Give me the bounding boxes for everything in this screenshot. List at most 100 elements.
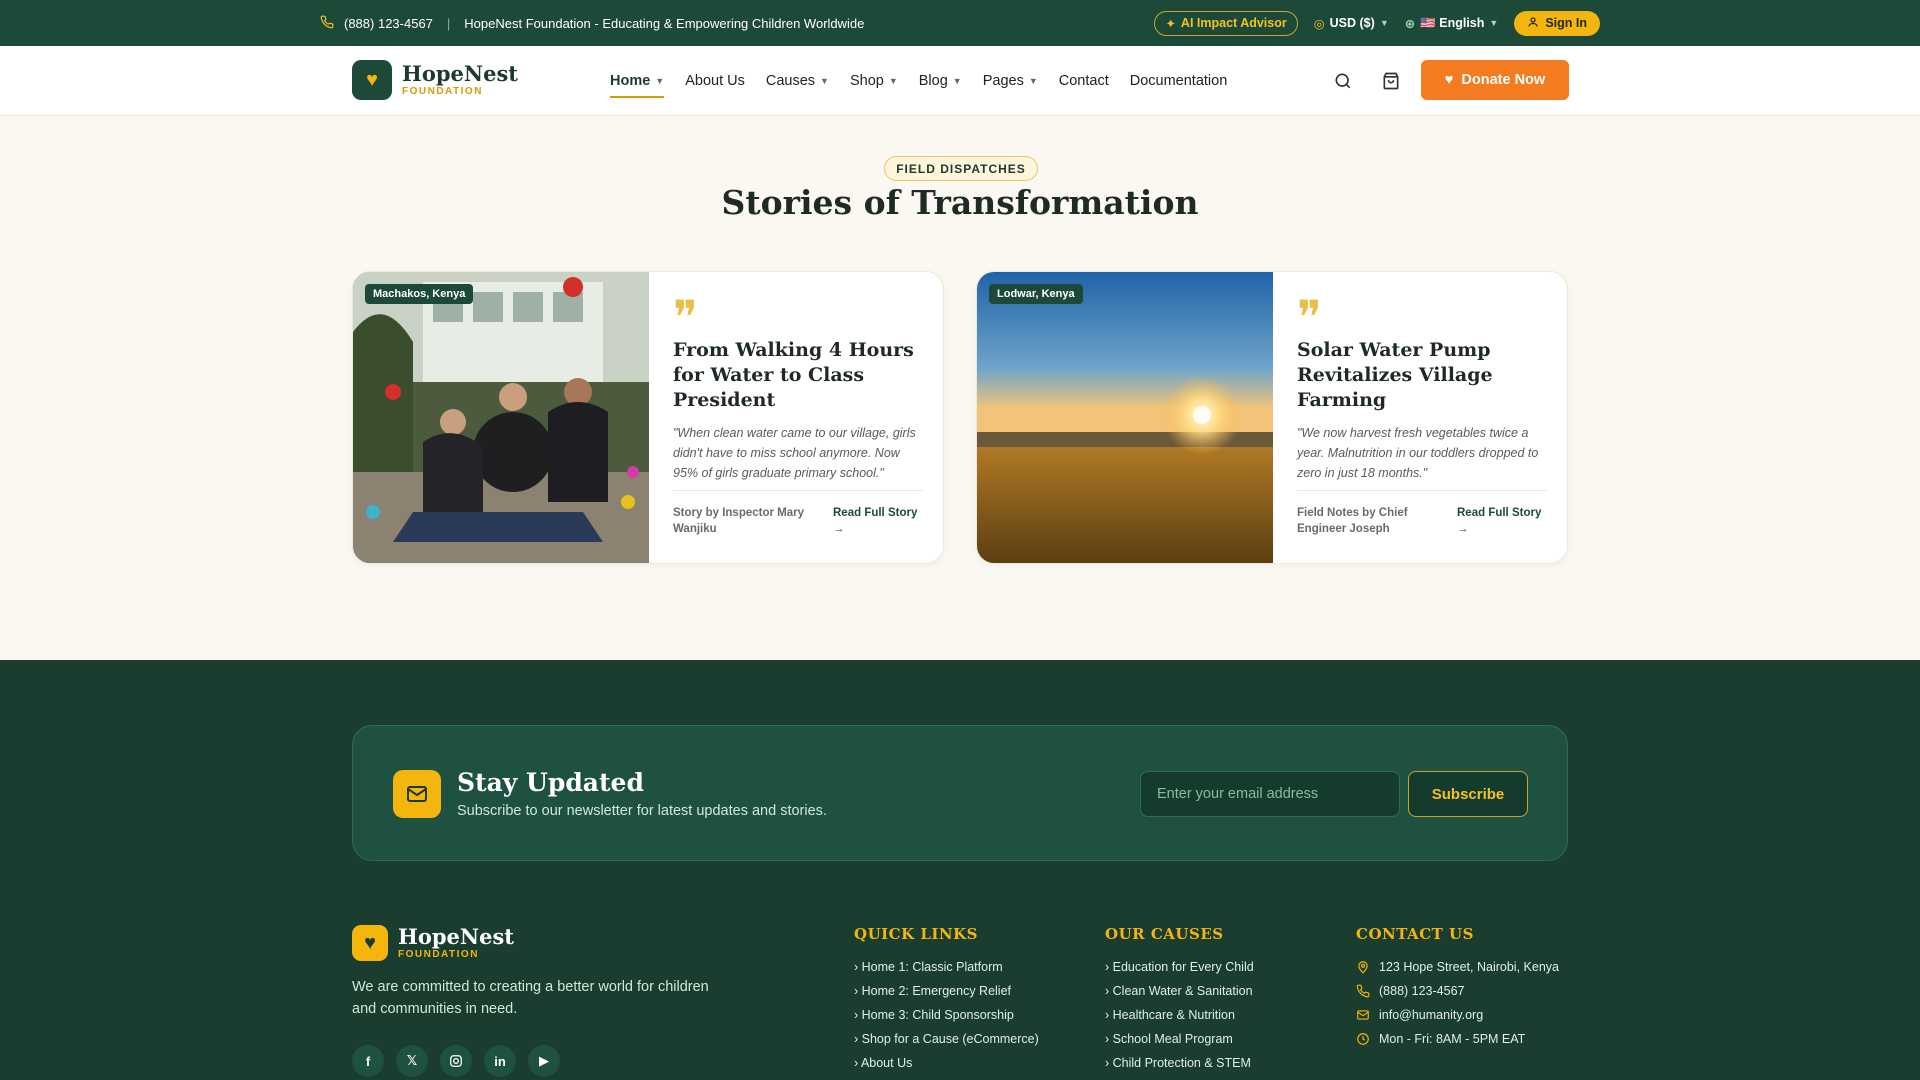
location-badge: Lodwar, Kenya xyxy=(989,284,1083,304)
story-quote: "We now harvest fresh vegetables twice a… xyxy=(1297,426,1539,480)
nav-pages[interactable]: Pages ▼ xyxy=(983,66,1038,96)
newsletter-title: Stay Updated xyxy=(457,768,644,797)
chevron-down-icon: ▼ xyxy=(888,76,898,86)
search-icon[interactable] xyxy=(1330,68,1356,94)
nav-shop[interactable]: Shop ▼ xyxy=(850,66,898,96)
nav-label: Blog xyxy=(918,73,948,89)
logo-subtitle: FOUNDATION xyxy=(398,949,479,960)
topbar-phone[interactable]: (888) 123-4567 xyxy=(344,16,433,31)
story-byline: Field Notes by Chief Engineer Joseph xyxy=(1297,507,1408,535)
linkedin-icon[interactable]: in xyxy=(484,1045,516,1077)
quick-links-column: QUICK LINKS › Home 1: Classic Platform ›… xyxy=(854,925,1039,1075)
email-input[interactable]: Enter your email address xyxy=(1140,771,1400,817)
donate-now-button[interactable]: ♥ Donate Now xyxy=(1421,60,1569,100)
story-photo-sunset-field: Lodwar, Kenya xyxy=(977,272,1273,563)
contact-address-text: 123 Hope Street, Nairobi, Kenya xyxy=(1379,960,1559,974)
ai-impact-advisor-button[interactable]: ✦ AI Impact Advisor xyxy=(1154,10,1298,36)
clock-icon xyxy=(1357,1033,1369,1045)
story-byline: Story by Inspector Mary Wanjiku xyxy=(673,507,805,535)
globe-icon: ⊕ xyxy=(1404,16,1416,31)
phone-icon xyxy=(320,15,334,32)
story-quote: "When clean water came to our village, g… xyxy=(673,426,916,480)
contact-phone-text: (888) 123-4567 xyxy=(1379,984,1465,998)
footer-link[interactable]: › School Meal Program xyxy=(1105,1027,1254,1051)
sparkle-icon: ✦ xyxy=(1165,16,1176,31)
logo-name: HopeNest xyxy=(402,61,518,86)
sign-in-button[interactable]: Sign In xyxy=(1514,10,1600,36)
site-footer: Stay Updated Subscribe to our newsletter… xyxy=(0,660,1920,1080)
facebook-icon[interactable]: f xyxy=(352,1045,384,1077)
nav-home[interactable]: Home ▼ xyxy=(610,66,665,98)
causes-title: OUR CAUSES xyxy=(1105,925,1224,943)
footer-link[interactable]: › Home 1: Classic Platform xyxy=(854,955,1039,979)
top-bar: (888) 123-4567 | HopeNest Foundation - E… xyxy=(0,0,1920,46)
youtube-icon[interactable]: ▶ xyxy=(528,1045,560,1077)
currency-selector[interactable]: ◎ USD ($) ▼ xyxy=(1314,16,1389,31)
footer-link[interactable]: › Child Protection & STEM xyxy=(1105,1051,1254,1075)
story-card: Machakos, Kenya ❞ From Walking 4 Hours f… xyxy=(352,271,944,564)
site-logo[interactable]: ♥ HopeNest FOUNDATION xyxy=(352,60,518,100)
shopping-bag-icon[interactable] xyxy=(1378,68,1404,94)
nav-label: Shop xyxy=(849,73,884,89)
nav-label: Contact xyxy=(1058,73,1109,89)
ai-advisor-label: AI Impact Advisor xyxy=(1180,16,1287,30)
footer-link[interactable]: › Education for Every Child xyxy=(1105,955,1254,979)
contact-email[interactable]: info@humanity.org xyxy=(1356,1003,1559,1027)
nav-causes[interactable]: Causes ▼ xyxy=(766,66,829,96)
coins-icon: ◎ xyxy=(1313,16,1325,31)
footer-description: We are committed to creating a better wo… xyxy=(352,979,709,1017)
story-title[interactable]: From Walking 4 Hours for Water to Class … xyxy=(673,338,923,413)
footer-link[interactable]: › Shop for a Cause (eCommerce) xyxy=(854,1027,1039,1051)
subscribe-button[interactable]: Subscribe xyxy=(1408,771,1528,817)
quick-links-title: QUICK LINKS xyxy=(854,925,979,943)
quote-icon: ❞ xyxy=(1297,290,1322,344)
chevron-down-icon: ▼ xyxy=(1489,18,1499,28)
chevron-down-icon: ▼ xyxy=(952,76,962,86)
footer-link[interactable]: › Home 3: Child Sponsorship xyxy=(854,1003,1039,1027)
contact-email-text: info@humanity.org xyxy=(1379,1008,1484,1022)
story-photo-children: Machakos, Kenya xyxy=(353,272,649,563)
language-selector[interactable]: ⊕ 🇺🇸 English ▼ xyxy=(1405,16,1499,31)
story-card: Lodwar, Kenya ❞ Solar Water Pump Revital… xyxy=(976,271,1568,564)
footer-link[interactable]: › Healthcare & Nutrition xyxy=(1105,1003,1254,1027)
main-header: ♥ HopeNest FOUNDATION Home ▼ About Us Cau… xyxy=(0,46,1920,116)
map-pin-icon xyxy=(1358,961,1368,974)
nav-label: About Us xyxy=(685,73,745,89)
chevron-down-icon: ▼ xyxy=(655,76,665,86)
x-icon[interactable]: 𝕏 xyxy=(396,1045,428,1077)
donate-label: Donate Now xyxy=(1461,72,1546,88)
nav-label: Pages xyxy=(982,73,1024,89)
contact-phone[interactable]: (888) 123-4567 xyxy=(1356,979,1559,1003)
instagram-icon[interactable] xyxy=(440,1045,472,1077)
nav-label: Home xyxy=(610,73,651,89)
footer-logo[interactable]: ♥ HopeNest FOUNDATION xyxy=(352,925,514,961)
nav-documentation[interactable]: Documentation xyxy=(1130,66,1228,96)
nav-contact[interactable]: Contact xyxy=(1059,66,1109,96)
story-title[interactable]: Solar Water Pump Revitalizes Village Far… xyxy=(1297,338,1547,413)
contact-hours: Mon - Fri: 8AM - 5PM EAT xyxy=(1356,1027,1559,1051)
read-full-story-link[interactable]: Read Full Story → xyxy=(1457,505,1547,537)
heart-logo-icon: ♥ xyxy=(352,925,388,961)
mail-icon xyxy=(1357,1010,1369,1020)
footer-link[interactable]: › About Us xyxy=(854,1051,1039,1075)
logo-subtitle: FOUNDATION xyxy=(402,86,483,97)
newsletter-box: Stay Updated Subscribe to our newsletter… xyxy=(352,725,1568,861)
language-label: 🇺🇸 English xyxy=(1420,15,1485,30)
nav-blog[interactable]: Blog ▼ xyxy=(919,66,962,96)
nav-about-us[interactable]: About Us xyxy=(685,66,745,96)
footer-link[interactable]: › Clean Water & Sanitation xyxy=(1105,979,1254,1003)
heart-logo-icon: ♥ xyxy=(352,60,392,100)
nav-label: Causes xyxy=(765,73,816,89)
contact-address: 123 Hope Street, Nairobi, Kenya xyxy=(1356,955,1559,979)
footer-link[interactable]: › Home 2: Emergency Relief xyxy=(854,979,1039,1003)
heart-icon: ♥ xyxy=(1444,72,1454,88)
user-icon xyxy=(1527,16,1539,31)
divider: | xyxy=(446,15,451,31)
phone-icon xyxy=(1356,984,1370,998)
mail-icon xyxy=(393,770,441,818)
chevron-down-icon: ▼ xyxy=(1028,76,1038,86)
nav-label: Documentation xyxy=(1129,73,1228,89)
quote-icon: ❞ xyxy=(673,290,698,344)
section-badge: FIELD DISPATCHES xyxy=(884,156,1038,181)
read-full-story-link[interactable]: Read Full Story → xyxy=(833,505,923,537)
